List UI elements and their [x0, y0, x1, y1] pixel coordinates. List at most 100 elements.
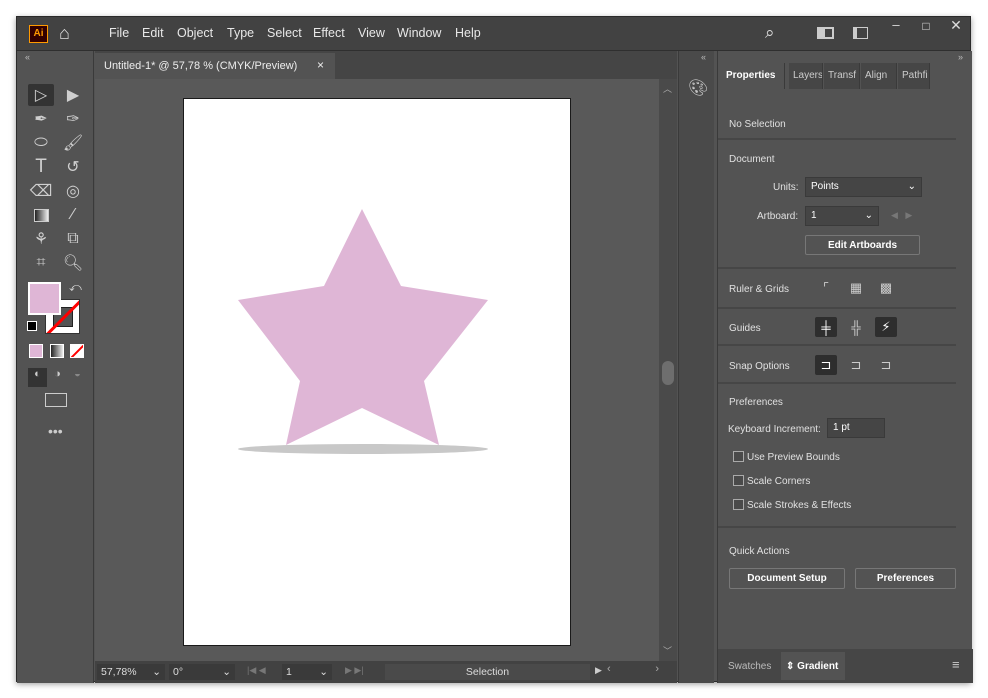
eyedropper-tool-icon[interactable]: ⁄	[60, 204, 86, 226]
draw-normal-icon[interactable]: ◐	[28, 368, 47, 387]
draw-inside-icon[interactable]: ◒	[68, 368, 87, 387]
draw-behind-icon[interactable]: ◑	[48, 368, 67, 387]
scale-corners-checkbox[interactable]	[733, 475, 744, 486]
tab-swatches[interactable]: Swatches	[728, 661, 771, 672]
scroll-up-icon[interactable]: ︿	[663, 82, 672, 95]
scroll-thumb[interactable]	[662, 361, 674, 385]
units-dropdown[interactable]: Points ⌄	[805, 177, 922, 197]
fill-swatch[interactable]	[28, 282, 61, 315]
document-setup-button[interactable]: Document Setup	[729, 568, 845, 589]
zoom-tool-icon[interactable]: 🔍︎	[60, 252, 86, 274]
artboard-value: 1	[811, 210, 817, 221]
scale-corners-label: Scale Corners	[747, 476, 811, 487]
home-icon[interactable]: ⌂	[59, 23, 70, 44]
edit-artboards-button[interactable]: Edit Artboards	[805, 235, 920, 255]
expand-dock-icon[interactable]: «	[701, 52, 706, 62]
gradient-tool-icon[interactable]	[28, 204, 54, 226]
menu-view[interactable]: View	[358, 26, 385, 40]
show-guides-icon[interactable]: ╪	[815, 317, 837, 337]
preferences-section-header: Preferences	[729, 397, 783, 408]
eraser-tool-icon[interactable]: ⌫	[28, 180, 54, 202]
tab-layers[interactable]: Layers	[789, 63, 823, 89]
status-menu-arrow[interactable]: ▶	[595, 665, 602, 676]
direct-selection-tool-icon[interactable]: ▶	[60, 84, 86, 106]
lock-guides-icon[interactable]: ╬	[845, 317, 867, 337]
scroll-down-icon[interactable]: ﹀	[663, 644, 672, 657]
horizontal-scrollbar[interactable]: ‹ ›	[607, 663, 659, 681]
menu-object[interactable]: Object	[177, 26, 213, 40]
artboard-nav-next-last[interactable]: ▶ ▶|	[345, 665, 364, 676]
artboard[interactable]	[183, 98, 571, 646]
artboard-prev-next-icon[interactable]: ◀ ▶	[891, 210, 912, 221]
default-fill-stroke-icon[interactable]	[27, 321, 37, 331]
rulers-icon[interactable]: ⌜	[815, 278, 837, 298]
snap-to-pixel-icon[interactable]: ⊐	[845, 355, 867, 375]
scale-strokes-effects-checkbox[interactable]	[733, 499, 744, 510]
star-shadow[interactable]	[238, 444, 488, 454]
shape-builder-tool-icon[interactable]: ⧉	[60, 228, 86, 250]
preferences-button[interactable]: Preferences	[855, 568, 956, 589]
tab-align[interactable]: Align	[861, 63, 897, 89]
panel-menu-icon[interactable]: ≡	[952, 657, 960, 672]
artboard-tool-icon[interactable]: ⌗	[28, 252, 54, 274]
quick-actions-header: Quick Actions	[729, 546, 790, 557]
smart-guides-icon[interactable]: ⚡︎	[875, 317, 897, 337]
search-icon[interactable]: ⌕	[765, 23, 775, 43]
document-tab[interactable]: Untitled-1* @ 57,78 % (CMYK/Preview) ×	[95, 53, 335, 79]
menu-window[interactable]: Window	[397, 26, 441, 40]
star-shape[interactable]	[238, 209, 488, 445]
tab-pathfinder[interactable]: Pathfi	[898, 63, 930, 89]
gradient-mode-button[interactable]	[50, 344, 64, 358]
menu-help[interactable]: Help	[455, 26, 481, 40]
menu-file[interactable]: File	[109, 26, 129, 40]
artboard-number-field[interactable]: 1 ⌄	[282, 664, 332, 680]
vertical-scrollbar[interactable]: ︿ ﹀	[659, 79, 677, 661]
artboard-nav-first-prev[interactable]: |◀ ◀	[247, 665, 266, 676]
tab-gradient[interactable]: ⇕ Gradient	[781, 652, 845, 680]
more-tools-icon[interactable]: •••	[48, 423, 63, 439]
type-tool-icon[interactable]: T	[28, 156, 54, 178]
zoom-field[interactable]: 57,78% ⌄	[97, 664, 165, 680]
puppet-warp-tool-icon[interactable]: ◎	[60, 180, 86, 202]
blend-tool-icon[interactable]: ⚘	[28, 228, 54, 250]
color-mode-button[interactable]	[29, 344, 43, 358]
transparency-grid-icon[interactable]: ▩	[875, 278, 897, 298]
artboard-number: 1	[286, 666, 292, 678]
collapse-panel-icon[interactable]: »	[958, 52, 963, 62]
tab-properties[interactable]: Properties	[722, 63, 785, 89]
curvature-tool-icon[interactable]: ✑	[60, 108, 86, 130]
screen-mode-icon[interactable]	[45, 393, 67, 407]
use-preview-bounds-checkbox[interactable]	[733, 451, 744, 462]
swap-fill-stroke-icon[interactable]: ⤺	[69, 280, 82, 295]
collapsed-panel-dock: « 🎨︎	[678, 51, 714, 683]
rotate-tool-icon[interactable]: ↺	[60, 156, 86, 178]
close-button[interactable]: ✕	[942, 17, 970, 37]
snap-to-glyph-icon[interactable]: ⊐	[875, 355, 897, 375]
selection-tool-icon[interactable]: ▷	[28, 84, 54, 106]
tab-transform[interactable]: Transf	[824, 63, 860, 89]
illustrator-window: Ai ⌂ File Edit Object Type Select Effect…	[16, 16, 973, 683]
pen-tool-icon[interactable]: ✒	[28, 108, 54, 130]
menu-select[interactable]: Select	[267, 26, 302, 40]
arrange-documents-icon[interactable]	[853, 27, 868, 39]
snap-to-point-icon[interactable]: ⊐	[815, 355, 837, 375]
color-guide-palette-icon[interactable]: 🎨︎	[688, 78, 708, 98]
ellipse-tool-icon[interactable]: ⬭	[28, 132, 54, 154]
workspace-icon[interactable]	[817, 27, 834, 39]
current-tool-status[interactable]: Selection	[385, 664, 590, 680]
collapse-icon[interactable]: «	[25, 52, 30, 62]
minimize-button[interactable]: –	[882, 17, 910, 37]
artboard-dropdown[interactable]: 1 ⌄	[805, 206, 879, 226]
grid-icon[interactable]: ▦	[845, 278, 867, 298]
paintbrush-tool-icon[interactable]: 🖌	[60, 132, 86, 154]
ruler-grids-label: Ruler & Grids	[729, 284, 790, 295]
menu-effect[interactable]: Effect	[313, 26, 345, 40]
close-tab-icon[interactable]: ×	[317, 58, 324, 72]
canvas[interactable]	[95, 79, 659, 661]
none-mode-button[interactable]	[70, 344, 84, 358]
menu-type[interactable]: Type	[227, 26, 254, 40]
menu-edit[interactable]: Edit	[142, 26, 164, 40]
maximize-button[interactable]: □	[912, 19, 940, 39]
rotation-field[interactable]: 0° ⌄	[169, 664, 235, 680]
keyboard-increment-input[interactable]: 1 pt	[827, 418, 885, 438]
